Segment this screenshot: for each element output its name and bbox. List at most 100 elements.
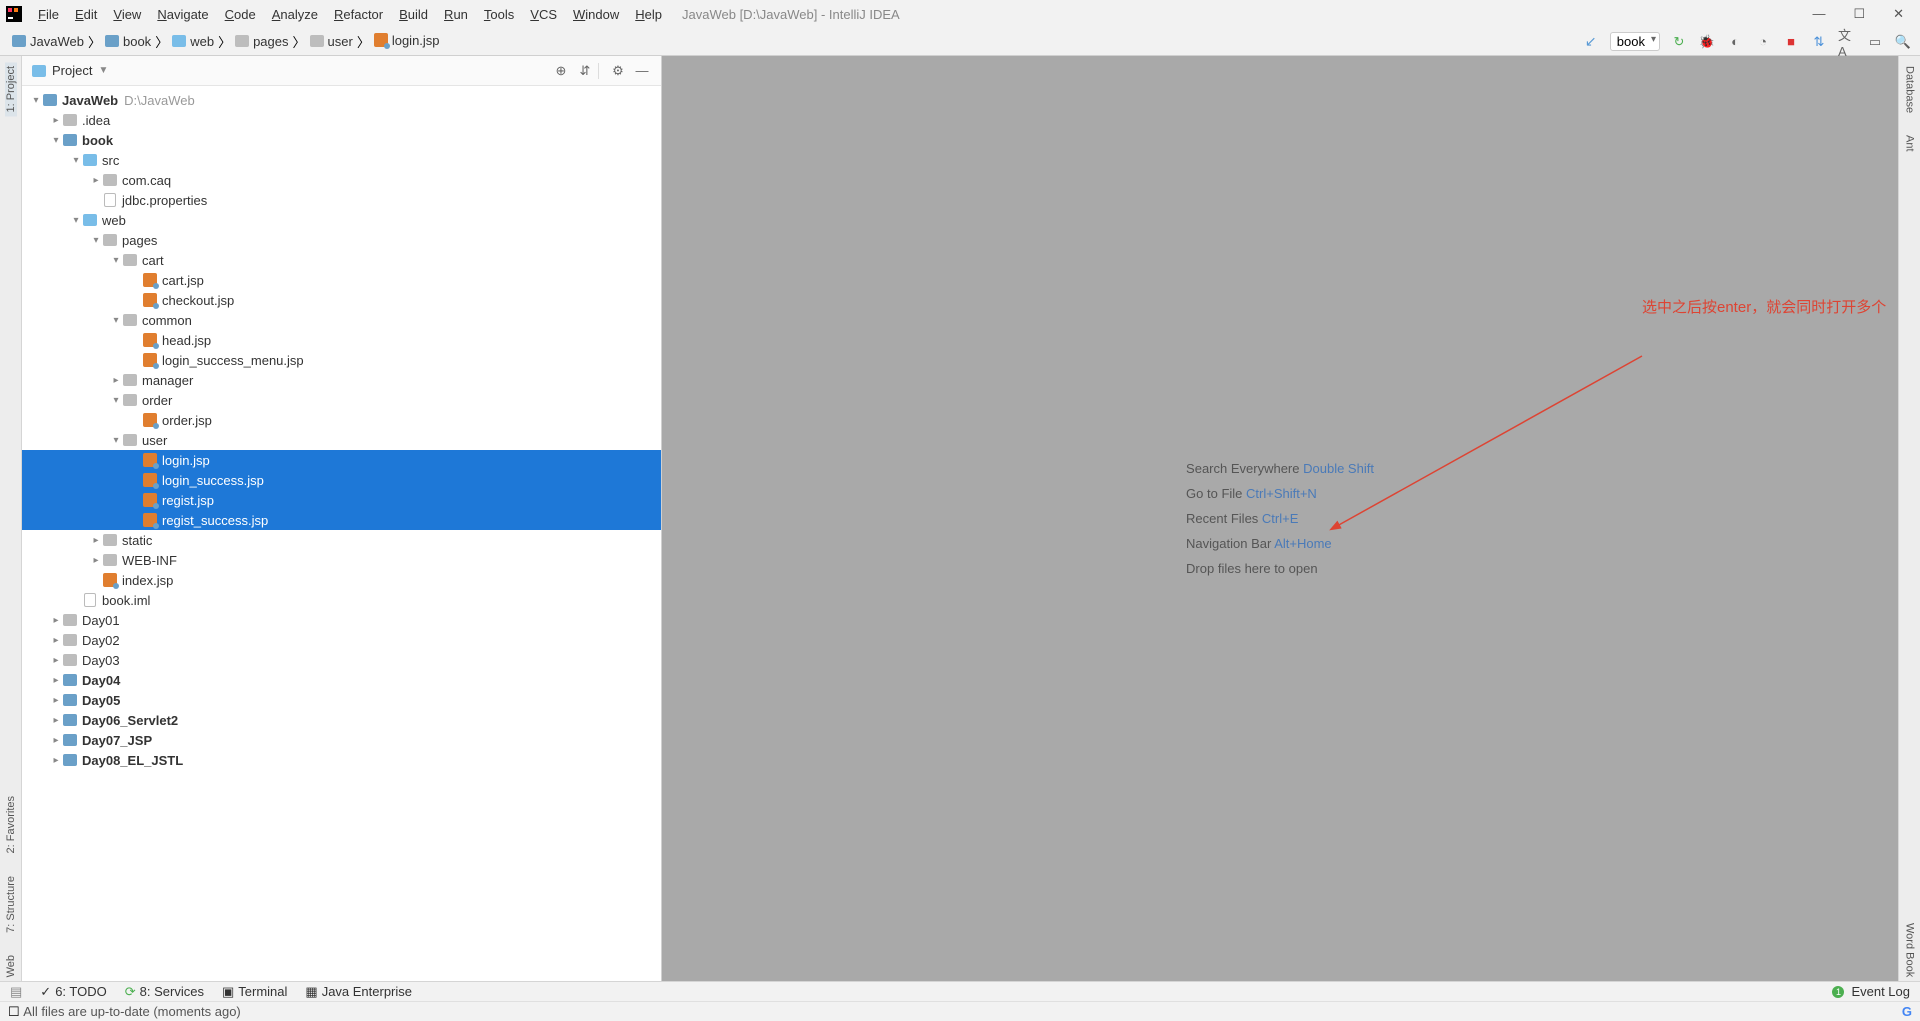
google-icon[interactable]: G	[1902, 1004, 1912, 1019]
tree-item-login-success-jsp[interactable]: login_success.jsp	[22, 470, 661, 490]
menu-run[interactable]: Run	[436, 5, 476, 24]
tree-item-static[interactable]: ▸static	[22, 530, 661, 550]
tree-item-day03[interactable]: ▸Day03	[22, 650, 661, 670]
tree-item-head-jsp[interactable]: head.jsp	[22, 330, 661, 350]
tree-arrow-icon[interactable]: ▸	[50, 115, 62, 126]
tree-item-pages[interactable]: ▾pages	[22, 230, 661, 250]
menu-build[interactable]: Build	[391, 5, 436, 24]
menu-navigate[interactable]: Navigate	[149, 5, 216, 24]
tool-project-tab[interactable]: 1: Project	[5, 62, 17, 116]
menu-refactor[interactable]: Refactor	[326, 5, 391, 24]
tree-item-web-inf[interactable]: ▸WEB-INF	[22, 550, 661, 570]
project-tree[interactable]: ▾JavaWebD:\JavaWeb▸.idea▾book▾src▸com.ca…	[22, 86, 661, 981]
tree-item-manager[interactable]: ▸manager	[22, 370, 661, 390]
tree-item-com-caq[interactable]: ▸com.caq	[22, 170, 661, 190]
menu-file[interactable]: File	[30, 5, 67, 24]
run-icon[interactable]: ↻	[1670, 33, 1688, 51]
breadcrumb-web[interactable]: web	[168, 34, 218, 49]
tree-item-regist-success-jsp[interactable]: regist_success.jsp	[22, 510, 661, 530]
tree-item-book-iml[interactable]: book.iml	[22, 590, 661, 610]
tree-item-day07-jsp[interactable]: ▸Day07_JSP	[22, 730, 661, 750]
tool-database-tab[interactable]: Database	[1904, 62, 1916, 117]
hide-icon[interactable]: —	[633, 63, 651, 78]
tree-item-order-jsp[interactable]: order.jsp	[22, 410, 661, 430]
menu-help[interactable]: Help	[627, 5, 670, 24]
tree-arrow-icon[interactable]: ▾	[30, 95, 42, 106]
breadcrumb-login.jsp[interactable]: login.jsp	[370, 33, 444, 48]
maximize-button[interactable]: ☐	[1853, 6, 1865, 22]
tab-java-enterprise[interactable]: ▦ Java Enterprise	[305, 984, 412, 1000]
tree-arrow-icon[interactable]: ▾	[110, 315, 122, 326]
tree-arrow-icon[interactable]: ▾	[50, 135, 62, 146]
tree-item-jdbc-properties[interactable]: jdbc.properties	[22, 190, 661, 210]
tree-arrow-icon[interactable]: ▸	[50, 755, 62, 766]
tree-arrow-icon[interactable]: ▾	[110, 255, 122, 266]
tree-arrow-icon[interactable]: ▸	[50, 735, 62, 746]
menu-edit[interactable]: Edit	[67, 5, 105, 24]
tree-item-user[interactable]: ▾user	[22, 430, 661, 450]
tree-item-cart[interactable]: ▾cart	[22, 250, 661, 270]
tree-arrow-icon[interactable]: ▸	[50, 635, 62, 646]
tab-terminal[interactable]: ▣ Terminal	[222, 984, 287, 1000]
menu-window[interactable]: Window	[565, 5, 627, 24]
tree-item--idea[interactable]: ▸.idea	[22, 110, 661, 130]
toolwin-quick-icon[interactable]: ▤	[10, 984, 22, 1000]
breadcrumb-user[interactable]: user	[306, 34, 357, 49]
tree-arrow-icon[interactable]: ▸	[110, 375, 122, 386]
breadcrumb-pages[interactable]: pages	[231, 34, 292, 49]
tree-arrow-icon[interactable]: ▾	[70, 155, 82, 166]
tree-arrow-icon[interactable]: ▸	[90, 555, 102, 566]
tree-item-cart-jsp[interactable]: cart.jsp	[22, 270, 661, 290]
tree-item-common[interactable]: ▾common	[22, 310, 661, 330]
tree-arrow-icon[interactable]: ▾	[70, 215, 82, 226]
translate-icon[interactable]: 文A	[1838, 33, 1856, 51]
tree-arrow-icon[interactable]: ▸	[50, 655, 62, 666]
back-icon[interactable]: ↙	[1582, 33, 1600, 51]
tree-item-day01[interactable]: ▸Day01	[22, 610, 661, 630]
layout-icon[interactable]: ▭	[1866, 33, 1884, 51]
tree-item-login-jsp[interactable]: login.jsp	[22, 450, 661, 470]
tool-web-tab[interactable]: Web	[5, 951, 17, 981]
tree-item-src[interactable]: ▾src	[22, 150, 661, 170]
tree-item-regist-jsp[interactable]: regist.jsp	[22, 490, 661, 510]
expand-icon[interactable]: ⇵	[576, 63, 594, 79]
run-config-selector[interactable]: book	[1610, 32, 1660, 51]
close-button[interactable]: ✕	[1893, 6, 1904, 22]
tab-services[interactable]: ⟳ 8: Services	[125, 984, 204, 1000]
tool-wordbook-tab[interactable]: Word Book	[1904, 919, 1916, 981]
tool-structure-tab[interactable]: 7: Structure	[5, 872, 17, 937]
tree-arrow-icon[interactable]: ▸	[50, 715, 62, 726]
tree-arrow-icon[interactable]: ▾	[110, 395, 122, 406]
tree-item-day08-el-jstl[interactable]: ▸Day08_EL_JSTL	[22, 750, 661, 770]
tree-arrow-icon[interactable]: ▸	[50, 695, 62, 706]
tree-item-day06-servlet2[interactable]: ▸Day06_Servlet2	[22, 710, 661, 730]
tool-ant-tab[interactable]: Ant	[1904, 131, 1916, 156]
profiler-icon[interactable]: ◔	[1754, 33, 1772, 51]
tree-item-javaweb[interactable]: ▾JavaWebD:\JavaWeb	[22, 90, 661, 110]
tab-event-log[interactable]: 1Event Log	[1832, 984, 1910, 999]
tree-arrow-icon[interactable]: ▸	[90, 175, 102, 186]
menu-tools[interactable]: Tools	[476, 5, 522, 24]
update-icon[interactable]: ⇅	[1810, 33, 1828, 51]
tree-item-book[interactable]: ▾book	[22, 130, 661, 150]
tree-item-day02[interactable]: ▸Day02	[22, 630, 661, 650]
breadcrumb-javaweb[interactable]: JavaWeb	[8, 34, 88, 49]
tree-arrow-icon[interactable]: ▾	[90, 235, 102, 246]
locate-icon[interactable]: ⊕	[552, 63, 570, 79]
menu-view[interactable]: View	[105, 5, 149, 24]
tree-item-order[interactable]: ▾order	[22, 390, 661, 410]
debug-icon[interactable]: 🐞	[1698, 33, 1716, 51]
menu-code[interactable]: Code	[217, 5, 264, 24]
minimize-button[interactable]: —	[1812, 6, 1825, 22]
coverage-icon[interactable]: ◐	[1726, 33, 1744, 51]
tree-arrow-icon[interactable]: ▸	[50, 615, 62, 626]
menu-vcs[interactable]: VCS	[522, 5, 565, 24]
tree-item-checkout-jsp[interactable]: checkout.jsp	[22, 290, 661, 310]
menu-analyze[interactable]: Analyze	[264, 5, 326, 24]
stop-icon[interactable]: ■	[1782, 33, 1800, 51]
tree-item-index-jsp[interactable]: index.jsp	[22, 570, 661, 590]
tree-item-day05[interactable]: ▸Day05	[22, 690, 661, 710]
tab-todo[interactable]: ✓ 6: TODO	[40, 984, 106, 1000]
tree-item-login-success-menu-jsp[interactable]: login_success_menu.jsp	[22, 350, 661, 370]
project-panel-title[interactable]: Project ▼	[32, 63, 108, 78]
